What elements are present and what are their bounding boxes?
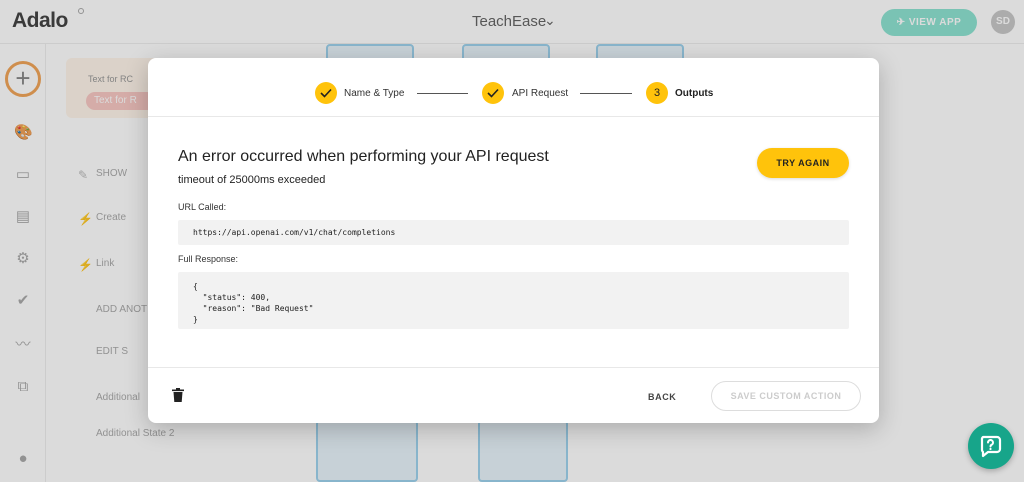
modal-footer: BACK SAVE CUSTOM ACTION bbox=[148, 367, 879, 423]
step-2-circle[interactable] bbox=[482, 82, 504, 104]
stepper: Name & Type API Request 3 Outputs bbox=[148, 58, 879, 117]
chat-question-icon bbox=[980, 435, 1002, 458]
step-3-label: Outputs bbox=[675, 88, 714, 99]
save-custom-action-button[interactable]: SAVE CUSTOM ACTION bbox=[711, 381, 861, 411]
check-icon bbox=[320, 88, 332, 98]
back-button[interactable]: BACK bbox=[648, 392, 676, 402]
step-connector bbox=[417, 93, 468, 94]
step-3-circle: 3 bbox=[646, 82, 668, 104]
full-response-value: { "status": 400, "reason": "Bad Request"… bbox=[178, 272, 849, 329]
help-chat-button[interactable] bbox=[968, 423, 1014, 469]
trash-icon[interactable] bbox=[172, 388, 184, 402]
step-connector bbox=[580, 93, 632, 94]
step-1-label[interactable]: Name & Type bbox=[344, 88, 404, 99]
step-2-label[interactable]: API Request bbox=[512, 88, 568, 99]
step-1-circle[interactable] bbox=[315, 82, 337, 104]
url-called-value: https://api.openai.com/v1/chat/completio… bbox=[178, 220, 849, 245]
url-called-label: URL Called: bbox=[178, 202, 227, 212]
custom-action-modal: Name & Type API Request 3 Outputs An err… bbox=[148, 58, 879, 423]
try-again-button[interactable]: TRY AGAIN bbox=[757, 148, 849, 178]
check-icon bbox=[487, 88, 499, 98]
error-title: An error occurred when performing your A… bbox=[178, 148, 549, 165]
error-detail: timeout of 25000ms exceeded bbox=[178, 174, 326, 186]
full-response-label: Full Response: bbox=[178, 254, 239, 264]
